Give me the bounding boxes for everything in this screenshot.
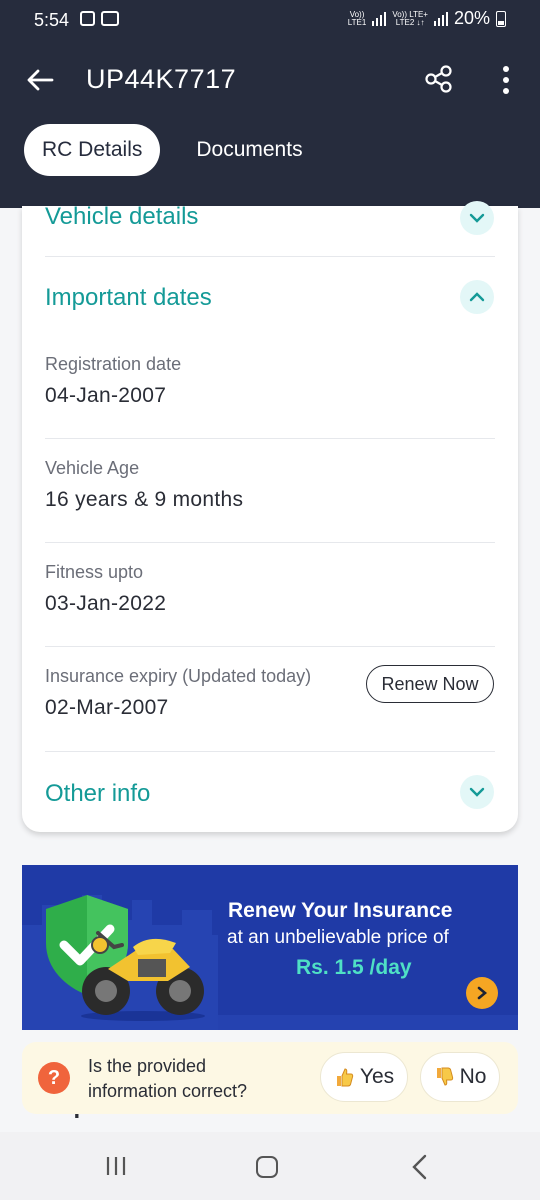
page-title: UP44K7717 [86,64,237,94]
gallery-notification-icon [80,11,95,26]
recent-apps-icon[interactable] [104,1156,128,1176]
feedback-question: Is the provided information correct? [88,1056,248,1101]
chevron-down-icon[interactable] [460,775,494,809]
back-arrow-icon[interactable] [24,64,56,96]
registration-date-value: 04-Jan-2007 [45,384,167,407]
rc-details-card: Vehicle details Important dates Registra… [22,201,518,832]
status-bar: 5:54 Vo)) LTE1 Vo)) LTE+ LTE2 ↓↑ 20% [0,0,540,40]
insurance-expiry-label: Insurance expiry (Updated today) [45,666,312,686]
status-indicators: Vo)) LTE1 Vo)) LTE+ LTE2 ↓↑ 20% [348,8,506,29]
section-important-dates[interactable]: Important dates [45,284,212,312]
network-2-label: Vo)) LTE+ LTE2 ↓↑ [392,9,428,27]
fitness-upto-label: Fitness upto [45,562,144,582]
status-time: 5:54 [34,10,70,30]
chevron-down-icon[interactable] [460,201,494,235]
share-icon[interactable] [424,64,454,94]
tab-bar: RC Details Documents [24,124,321,176]
divider [45,646,495,647]
app-header: 5:54 Vo)) LTE1 Vo)) LTE+ LTE2 ↓↑ 20% UP4… [0,0,540,208]
home-icon[interactable] [256,1156,278,1178]
question-icon: ? [38,1062,70,1094]
divider [45,256,495,257]
signal-2-icon [433,11,448,26]
network-1-label: Vo)) LTE1 [347,9,367,27]
yes-button[interactable]: Yes [320,1052,408,1102]
vehicle-age-value: 16 years & 9 months [45,488,244,511]
battery-icon [496,10,506,27]
nav-back-icon[interactable] [408,1154,432,1180]
insurance-expiry-value: 02-Mar-2007 [45,696,169,719]
insurance-promo-banner[interactable]: Renew Your Insurance at an unbelievable … [22,865,518,1030]
chevron-up-icon[interactable] [460,280,494,314]
yes-label: Yes [359,1065,395,1088]
section-other-info[interactable]: Other info [45,780,150,808]
banner-price: Rs. 1.5 /day [296,956,412,979]
thumbs-down-icon [436,1067,453,1086]
tab-rc-details[interactable]: RC Details [24,124,161,176]
no-button[interactable]: No [420,1052,500,1102]
divider [45,542,495,543]
section-vehicle-details[interactable]: Vehicle details [45,203,198,231]
tab-documents[interactable]: Documents [178,124,320,176]
feedback-bar: ? Is the provided information correct? Y… [22,1042,518,1114]
vehicle-age-label: Vehicle Age [45,458,140,478]
signal-1-icon [372,11,387,26]
motorcycle-illustration [81,931,205,1021]
divider [45,438,495,439]
chevron-right-icon[interactable] [466,977,498,1009]
registration-date-label: Registration date [45,354,182,374]
divider [45,751,495,752]
renew-now-button[interactable]: Renew Now [366,665,494,703]
banner-subtitle: at an unbelievable price of [227,927,449,948]
more-options-icon[interactable] [494,64,518,96]
banner-title: Renew Your Insurance [228,899,453,922]
fitness-upto-value: 03-Jan-2022 [45,592,167,615]
thumbs-up-icon [336,1068,354,1087]
no-label: No [459,1065,487,1088]
battery-percent: 20% [453,8,490,28]
voicemail-notification-icon [101,11,119,26]
system-nav-bar [0,1132,540,1200]
